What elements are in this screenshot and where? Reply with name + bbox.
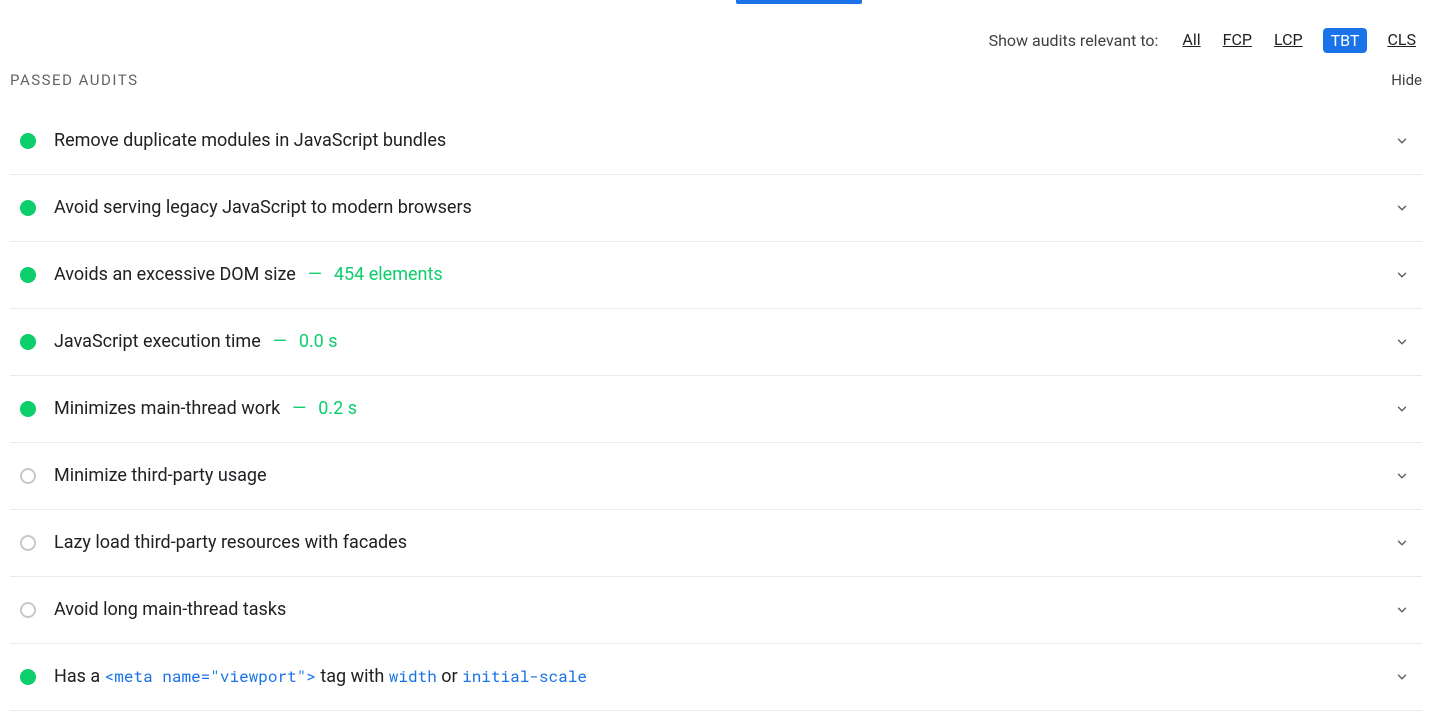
chevron-down-icon: [1392, 198, 1412, 218]
active-tab-indicator: [736, 0, 862, 4]
audit-title-wrap: Lazy load third-party resources with fac…: [54, 531, 1374, 555]
audit-title: Remove duplicate modules in JavaScript b…: [54, 129, 446, 153]
audit-dash: —: [292, 397, 306, 421]
status-pass-icon: [20, 133, 36, 149]
chevron-down-icon: [1392, 667, 1412, 687]
filter-option-fcp[interactable]: FCP: [1221, 28, 1254, 53]
audit-title: Has a <meta name="viewport"> tag with wi…: [54, 665, 587, 689]
audit-dash: —: [273, 330, 287, 354]
audit-detail: 454 elements: [334, 263, 443, 287]
audit-row[interactable]: Has a <meta name="viewport"> tag with wi…: [10, 644, 1422, 711]
status-pass-icon: [20, 401, 36, 417]
chevron-down-icon: [1392, 466, 1412, 486]
audit-title-wrap: Has a <meta name="viewport"> tag with wi…: [54, 665, 1374, 689]
chevron-down-icon: [1392, 600, 1412, 620]
audit-title: Avoid serving legacy JavaScript to moder…: [54, 196, 472, 220]
audit-title-wrap: Minimize third-party usage: [54, 464, 1374, 488]
filter-label: Show audits relevant to:: [989, 31, 1159, 50]
audit-title: Avoids an excessive DOM size: [54, 263, 296, 287]
filter-option-all[interactable]: All: [1180, 28, 1202, 53]
audit-title-wrap: Avoid serving legacy JavaScript to moder…: [54, 196, 1374, 220]
status-na-icon: [20, 602, 36, 618]
text: tag with: [316, 666, 389, 687]
chevron-down-icon: [1392, 399, 1412, 419]
filter-option-cls[interactable]: CLS: [1385, 28, 1418, 53]
audit-title-wrap: Avoid long main-thread tasks: [54, 598, 1374, 622]
audit-row[interactable]: Avoid long main-thread tasks: [10, 577, 1422, 644]
chevron-down-icon: [1392, 265, 1412, 285]
code-snippet: <meta name="viewport">: [105, 666, 316, 687]
audit-row[interactable]: Avoid serving legacy JavaScript to moder…: [10, 175, 1422, 242]
audit-title-wrap: JavaScript execution time — 0.0 s: [54, 330, 1374, 354]
text: Has a: [54, 666, 105, 687]
audit-title-wrap: Minimizes main-thread work — 0.2 s: [54, 397, 1374, 421]
status-pass-icon: [20, 267, 36, 283]
status-pass-icon: [20, 200, 36, 216]
filter-option-lcp[interactable]: LCP: [1272, 28, 1305, 53]
section-header: PASSED AUDITS Hide: [0, 63, 1432, 99]
status-pass-icon: [20, 669, 36, 685]
filter-bar: Show audits relevant to: All FCP LCP TBT CLS: [0, 16, 1432, 63]
text: or: [437, 666, 462, 687]
status-na-icon: [20, 468, 36, 484]
audit-row[interactable]: Remove duplicate modules in JavaScript b…: [10, 99, 1422, 175]
hide-button[interactable]: Hide: [1391, 71, 1422, 89]
section-title: PASSED AUDITS: [10, 71, 138, 89]
audit-title-wrap: Avoids an excessive DOM size — 454 element…: [54, 263, 1374, 287]
code-snippet: width: [389, 666, 437, 687]
audit-row[interactable]: Minimize third-party usage: [10, 443, 1422, 510]
chevron-down-icon: [1392, 131, 1412, 151]
audit-row[interactable]: Avoids an excessive DOM size — 454 element…: [10, 242, 1422, 309]
audit-title: Avoid long main-thread tasks: [54, 598, 286, 622]
status-pass-icon: [20, 334, 36, 350]
audit-detail: 0.0 s: [299, 330, 338, 354]
audit-dash: —: [308, 263, 322, 287]
audit-detail: 0.2 s: [318, 397, 357, 421]
audit-title: JavaScript execution time: [54, 330, 261, 354]
audit-title: Minimizes main-thread work: [54, 397, 280, 421]
audit-title-wrap: Remove duplicate modules in JavaScript b…: [54, 129, 1374, 153]
filter-option-tbt[interactable]: TBT: [1323, 28, 1368, 53]
audit-row[interactable]: Lazy load third-party resources with fac…: [10, 510, 1422, 577]
audit-row[interactable]: Minimizes main-thread work — 0.2 s: [10, 376, 1422, 443]
audit-title: Minimize third-party usage: [54, 464, 267, 488]
chevron-down-icon: [1392, 533, 1412, 553]
code-snippet: initial-scale: [462, 666, 587, 687]
audit-row[interactable]: JavaScript execution time — 0.0 s: [10, 309, 1422, 376]
audit-title: Lazy load third-party resources with fac…: [54, 531, 407, 555]
status-na-icon: [20, 535, 36, 551]
chevron-down-icon: [1392, 332, 1412, 352]
audit-list: Remove duplicate modules in JavaScript b…: [0, 99, 1432, 711]
